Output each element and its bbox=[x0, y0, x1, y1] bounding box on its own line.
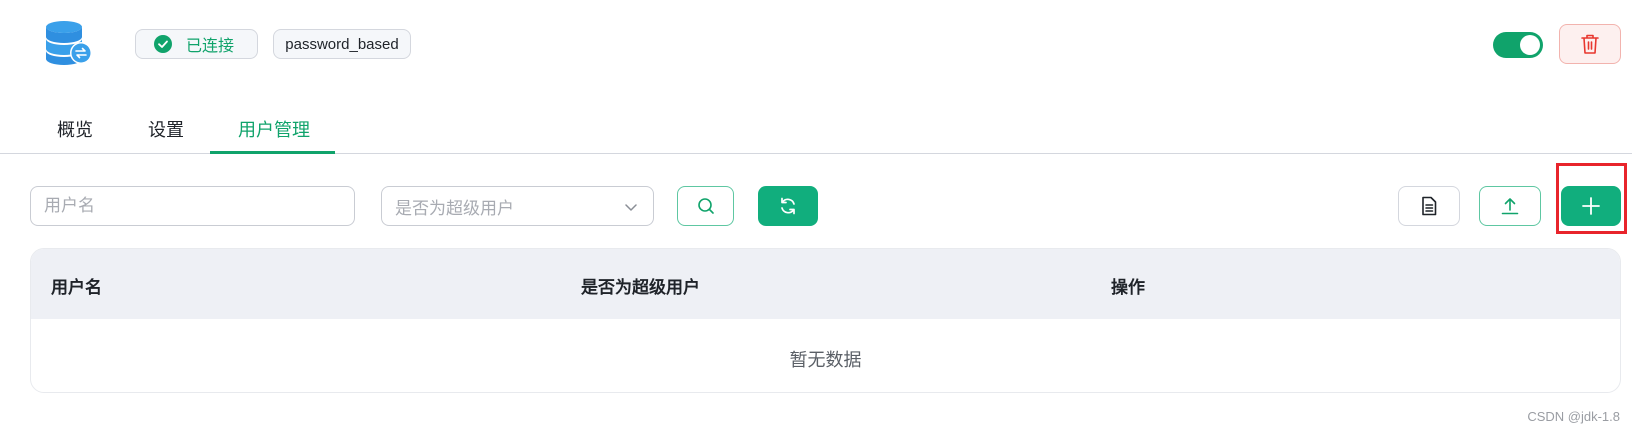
refresh-button[interactable] bbox=[758, 186, 818, 226]
upload-button[interactable] bbox=[1479, 186, 1541, 226]
users-table: 用户名 是否为超级用户 操作 暂无数据 bbox=[30, 248, 1621, 393]
chevron-down-icon bbox=[625, 204, 637, 211]
superuser-filter-select[interactable]: 是否为超级用户 bbox=[381, 186, 654, 226]
empty-table-message: 暂无数据 bbox=[789, 350, 862, 371]
check-circle-icon bbox=[154, 35, 172, 53]
auth-type-badge: password_based bbox=[273, 29, 411, 59]
document-icon bbox=[1422, 196, 1437, 216]
document-button[interactable] bbox=[1398, 186, 1460, 226]
tab-overview[interactable]: 概览 bbox=[57, 116, 93, 142]
username-search-input[interactable] bbox=[30, 186, 355, 226]
enable-toggle[interactable] bbox=[1493, 32, 1543, 58]
tab-bar: 概览 设置 用户管理 bbox=[0, 104, 1632, 154]
active-tab-indicator bbox=[210, 151, 335, 154]
connection-status-text: 已连接 bbox=[186, 36, 235, 55]
search-button[interactable] bbox=[677, 186, 734, 226]
database-logo-icon bbox=[44, 20, 94, 66]
search-icon bbox=[697, 198, 714, 214]
tab-user-management[interactable]: 用户管理 bbox=[238, 116, 310, 142]
refresh-icon bbox=[781, 197, 795, 215]
connection-status-badge: 已连接 bbox=[135, 29, 258, 59]
highlight-annotation-box bbox=[1556, 163, 1627, 234]
column-header-actions: 操作 bbox=[1111, 278, 1145, 298]
watermark: CSDN @jdk-1.8 bbox=[1527, 409, 1620, 424]
superuser-select-placeholder: 是否为超级用户 bbox=[395, 198, 514, 219]
delete-button[interactable] bbox=[1559, 24, 1621, 64]
column-header-superuser: 是否为超级用户 bbox=[581, 278, 700, 298]
toggle-knob bbox=[1520, 35, 1540, 55]
column-header-username: 用户名 bbox=[51, 278, 102, 298]
trash-icon bbox=[1581, 34, 1599, 54]
tab-settings[interactable]: 设置 bbox=[148, 116, 184, 142]
upload-icon bbox=[1501, 198, 1519, 215]
table-header: 用户名 是否为超级用户 操作 bbox=[31, 249, 1620, 319]
